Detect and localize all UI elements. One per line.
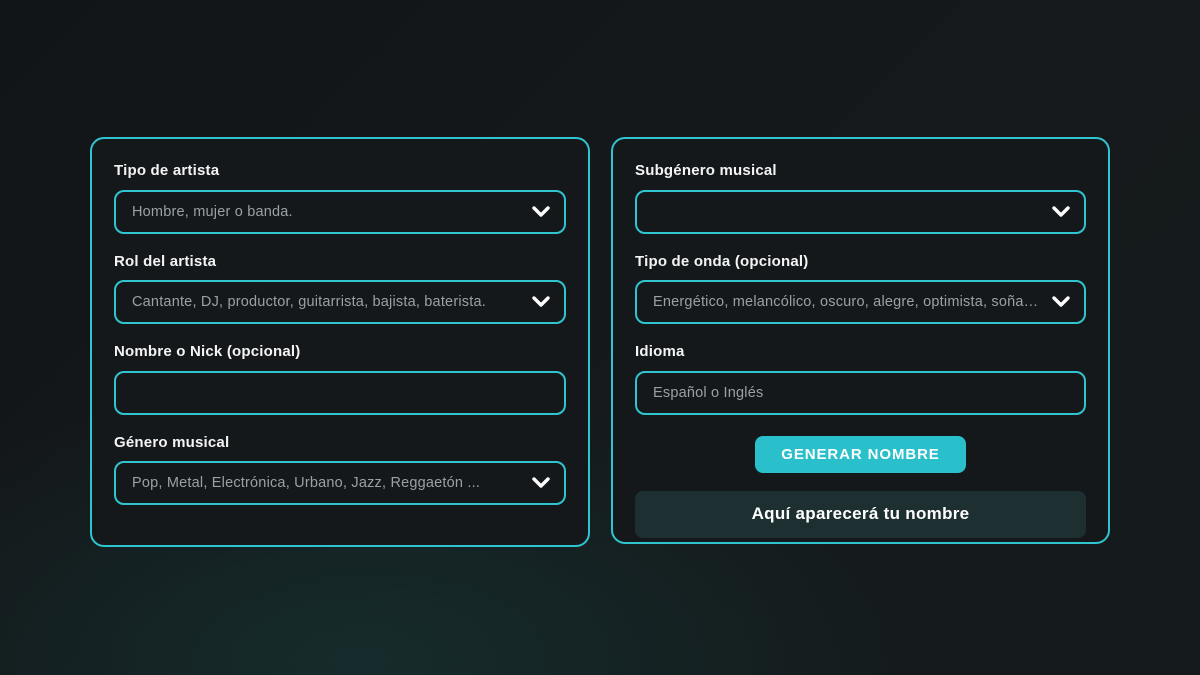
generate-name-button[interactable]: GENERAR NOMBRE — [755, 436, 965, 473]
result-box: Aquí aparecerá tu nombre — [635, 491, 1086, 538]
genero-musical-label: Género musical — [114, 435, 566, 452]
rol-del-artista-label: Rol del artista — [114, 254, 566, 271]
idioma-input[interactable] — [653, 385, 1068, 401]
idioma-input-wrap — [635, 371, 1086, 415]
tipo-de-artista-placeholder: Hombre, mujer o banda. — [132, 204, 293, 220]
nombre-nick-input[interactable] — [132, 385, 548, 401]
field-nombre-nick: Nombre o Nick (opcional) — [114, 344, 566, 415]
generator-panel: Subgénero musical Tipo de onda (opcional… — [611, 137, 1110, 544]
chevron-down-icon — [1052, 206, 1070, 218]
genero-musical-placeholder: Pop, Metal, Electrónica, Urbano, Jazz, R… — [132, 475, 480, 491]
field-tipo-de-artista: Tipo de artista Hombre, mujer o banda. — [114, 163, 566, 234]
tipo-de-onda-select[interactable]: Energético, melancólico, oscuro, alegre,… — [635, 280, 1086, 324]
nombre-nick-label: Nombre o Nick (opcional) — [114, 344, 566, 361]
nombre-nick-input-wrap — [114, 371, 566, 415]
field-genero-musical: Género musical Pop, Metal, Electrónica, … — [114, 435, 566, 506]
tipo-de-artista-select[interactable]: Hombre, mujer o banda. — [114, 190, 566, 234]
artist-details-panel: Tipo de artista Hombre, mujer o banda. R… — [90, 137, 590, 547]
chevron-down-icon — [532, 206, 550, 218]
subgenero-musical-select[interactable] — [635, 190, 1086, 234]
rol-del-artista-placeholder: Cantante, DJ, productor, guitarrista, ba… — [132, 294, 486, 310]
field-subgenero-musical: Subgénero musical — [635, 163, 1086, 234]
subgenero-musical-label: Subgénero musical — [635, 163, 1086, 180]
genero-musical-select[interactable]: Pop, Metal, Electrónica, Urbano, Jazz, R… — [114, 461, 566, 505]
field-idioma: Idioma — [635, 344, 1086, 415]
tipo-de-artista-label: Tipo de artista — [114, 163, 566, 180]
tipo-de-onda-placeholder: Energético, melancólico, oscuro, alegre,… — [653, 294, 1040, 310]
rol-del-artista-select[interactable]: Cantante, DJ, productor, guitarrista, ba… — [114, 280, 566, 324]
idioma-label: Idioma — [635, 344, 1086, 361]
tipo-de-onda-label: Tipo de onda (opcional) — [635, 254, 1086, 271]
field-rol-del-artista: Rol del artista Cantante, DJ, productor,… — [114, 254, 566, 325]
chevron-down-icon — [1052, 296, 1070, 308]
chevron-down-icon — [532, 477, 550, 489]
result-placeholder-text: Aquí aparecerá tu nombre — [752, 504, 970, 524]
field-tipo-de-onda: Tipo de onda (opcional) Energético, mela… — [635, 254, 1086, 325]
chevron-down-icon — [532, 296, 550, 308]
